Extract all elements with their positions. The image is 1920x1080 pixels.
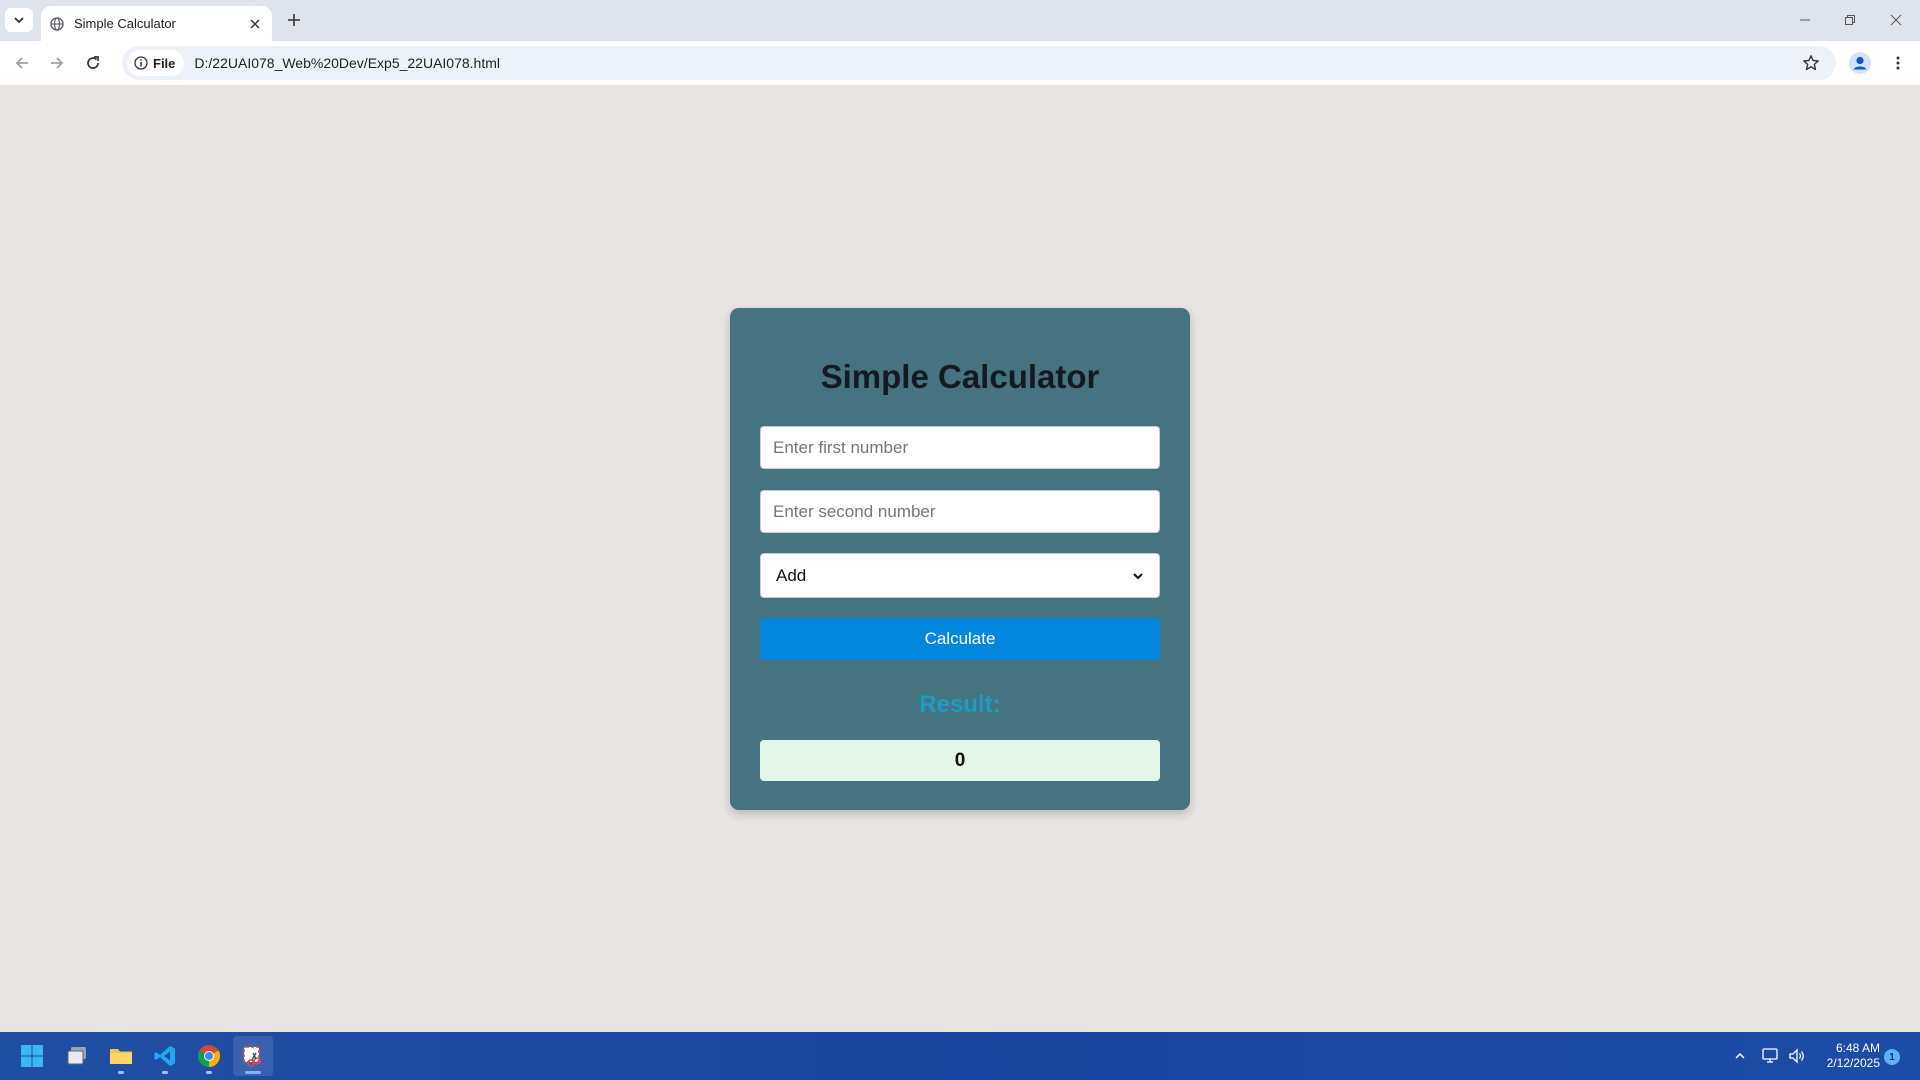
running-indicator xyxy=(118,1071,124,1074)
calculator-card: Simple Calculator Add Calculate Result: … xyxy=(730,308,1190,810)
running-indicator xyxy=(162,1071,168,1074)
minimize-icon xyxy=(1800,19,1810,21)
task-view-button[interactable] xyxy=(57,1036,97,1076)
page-viewport: Simple Calculator Add Calculate Result: … xyxy=(0,86,1920,1032)
vscode-button[interactable] xyxy=(145,1036,185,1076)
clock-time: 6:48 AM xyxy=(1835,1041,1880,1055)
globe-icon xyxy=(50,16,64,31)
file-explorer-button[interactable] xyxy=(101,1036,141,1076)
calculate-button[interactable]: Calculate xyxy=(760,618,1160,660)
result-label: Result: xyxy=(919,691,1001,718)
back-button[interactable] xyxy=(7,48,37,78)
windows-taskbar: 6:48 AM 2/12/2025 1 xyxy=(0,1032,1920,1080)
plus-icon xyxy=(288,14,300,26)
chevron-up-icon xyxy=(1735,1052,1745,1059)
address-bar[interactable]: File D:/22UAI078_Web%20Dev/Exp5_22UAI078… xyxy=(122,46,1836,80)
result-value: 0 xyxy=(760,740,1160,781)
close-window-button[interactable] xyxy=(1873,0,1919,40)
restore-icon xyxy=(1845,15,1855,25)
second-number-input[interactable] xyxy=(760,490,1160,533)
network-icon xyxy=(1762,1048,1778,1063)
volume-icon xyxy=(1789,1048,1804,1064)
chevron-down-icon xyxy=(1133,572,1143,579)
browser-menu-button[interactable] xyxy=(1884,49,1912,77)
more-vert-icon xyxy=(1896,56,1900,70)
windows-logo-icon xyxy=(21,1045,43,1067)
tab-search-button[interactable] xyxy=(5,8,33,32)
first-number-input[interactable] xyxy=(760,426,1160,469)
folder-icon xyxy=(110,1049,132,1064)
calculator-title: Simple Calculator xyxy=(820,358,1100,395)
snipping-tool-icon xyxy=(243,1046,261,1067)
forward-arrow-icon xyxy=(51,57,64,69)
forward-button[interactable] xyxy=(42,48,72,78)
chrome-icon xyxy=(198,1045,220,1067)
browser-tabstrip: Simple Calculator xyxy=(0,0,1920,41)
task-view-icon xyxy=(67,1047,86,1065)
bookmark-button[interactable] xyxy=(1798,50,1824,76)
browser-tab[interactable]: Simple Calculator xyxy=(41,6,272,41)
minimize-button[interactable] xyxy=(1782,0,1828,40)
url-text: D:/22UAI078_Web%20Dev/Exp5_22UAI078.html xyxy=(194,55,500,71)
info-icon xyxy=(134,56,148,70)
running-indicator xyxy=(206,1071,212,1074)
show-hidden-icons-button[interactable] xyxy=(1728,1032,1752,1080)
site-info-chip[interactable]: File xyxy=(127,50,185,76)
file-label: File xyxy=(153,55,176,71)
reload-icon xyxy=(87,56,99,69)
close-tab-icon[interactable] xyxy=(244,13,266,35)
reload-button[interactable] xyxy=(78,48,108,78)
operation-select[interactable]: Add xyxy=(760,553,1160,598)
network-button[interactable] xyxy=(1760,1032,1782,1080)
chevron-down-icon xyxy=(14,17,24,24)
notification-badge[interactable]: 1 xyxy=(1884,1049,1900,1065)
star-icon xyxy=(1803,55,1819,71)
clock-date: 2/12/2025 xyxy=(1826,1056,1880,1070)
start-button[interactable] xyxy=(12,1036,52,1076)
restore-button[interactable] xyxy=(1827,0,1873,40)
back-arrow-icon xyxy=(15,57,28,69)
avatar-icon xyxy=(1849,52,1871,74)
operation-selected-value: Add xyxy=(776,565,807,585)
profile-button[interactable] xyxy=(1846,49,1874,77)
tab-title: Simple Calculator xyxy=(74,16,176,31)
active-indicator xyxy=(245,1071,261,1074)
clock[interactable]: 6:48 AM 2/12/2025 xyxy=(1812,1041,1880,1071)
chrome-button[interactable] xyxy=(189,1036,229,1076)
browser-toolbar: File D:/22UAI078_Web%20Dev/Exp5_22UAI078… xyxy=(0,41,1920,86)
vscode-icon xyxy=(154,1046,175,1066)
new-tab-button[interactable] xyxy=(280,8,308,32)
snipping-tool-button[interactable] xyxy=(233,1036,273,1076)
volume-button[interactable] xyxy=(1786,1032,1808,1080)
close-icon xyxy=(1890,14,1902,26)
